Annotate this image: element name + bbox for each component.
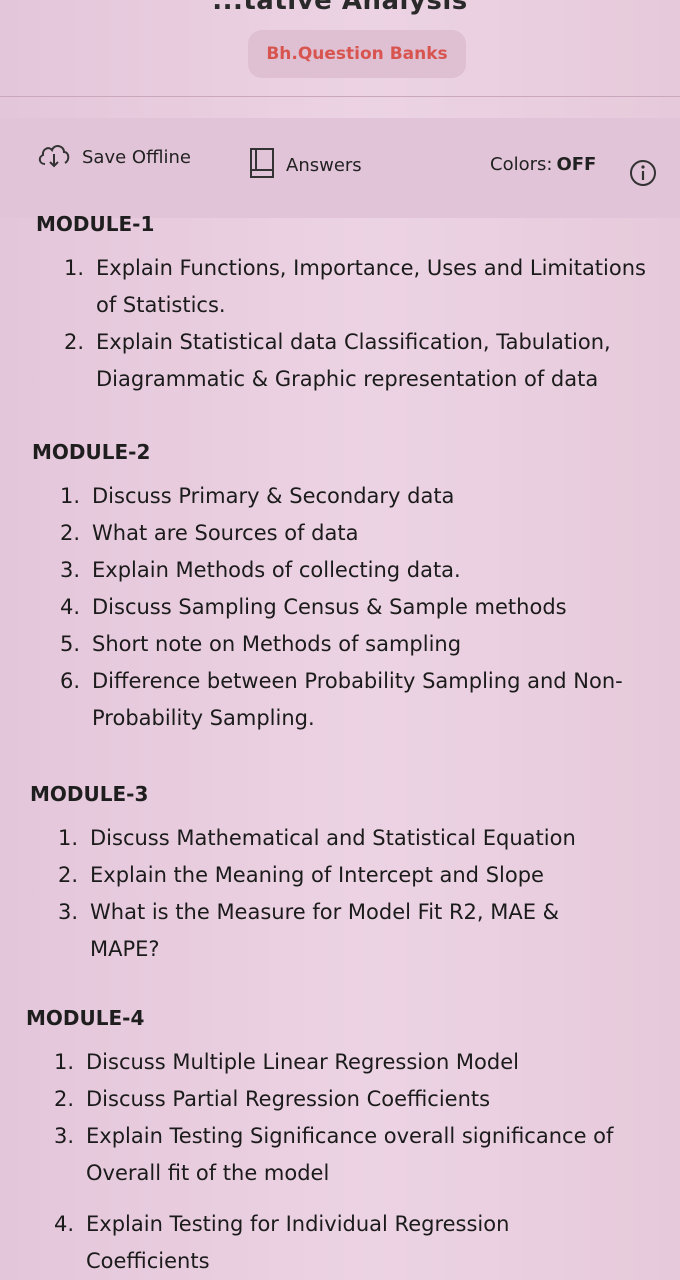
- header-divider: [0, 96, 680, 97]
- question-item: 4. Explain Testing for Individual Regres…: [54, 1206, 634, 1280]
- module-2-section: MODULE-2 1. Discuss Primary & Secondary …: [0, 440, 680, 737]
- question-bank-label: Bh.Question Banks: [266, 44, 448, 64]
- question-text: Explain Methods of collecting data.: [92, 558, 461, 582]
- module-4-section: MODULE-4 1. Discuss Multiple Linear Regr…: [0, 1006, 680, 1280]
- question-text: Discuss Mathematical and Statistical Equ…: [90, 826, 576, 850]
- question-number: 4.: [60, 595, 81, 619]
- toolbar: Save Offline Answers Colors: OFF: [0, 118, 680, 218]
- question-text: What are Sources of data: [92, 521, 359, 545]
- question-item: 6. Difference between Probability Sampli…: [60, 663, 660, 737]
- question-list: 1. Discuss Mathematical and Statistical …: [58, 820, 618, 968]
- module-title: MODULE-3: [30, 782, 149, 806]
- question-number: 1.: [60, 484, 81, 508]
- info-button[interactable]: [628, 158, 658, 193]
- question-item: 4. Discuss Sampling Census & Sample meth…: [60, 589, 660, 626]
- question-list: 1. Discuss Primary & Secondary data 2. W…: [60, 478, 660, 737]
- question-item: 2. Explain the Meaning of Intercept and …: [58, 857, 618, 894]
- question-text: Short note on Methods of sampling: [92, 632, 462, 656]
- question-number: 3.: [58, 900, 79, 924]
- question-number: 3.: [54, 1124, 75, 1148]
- answers-label: Answers: [286, 155, 362, 176]
- question-number: 2.: [60, 521, 81, 545]
- question-item: 2. Explain Statistical data Classificati…: [64, 324, 664, 398]
- question-number: 2.: [64, 330, 85, 354]
- question-item: 1. Discuss Primary & Secondary data: [60, 478, 660, 515]
- module-1-section: MODULE-1 1. Explain Functions, Importanc…: [0, 212, 680, 398]
- book-icon: [248, 146, 276, 185]
- question-text: Explain Statistical data Classification,…: [96, 330, 611, 391]
- question-text: Explain Functions, Importance, Uses and …: [96, 256, 646, 317]
- question-number: 5.: [60, 632, 81, 656]
- question-number: 1.: [64, 256, 85, 280]
- question-item: 2. Discuss Partial Regression Coefficien…: [54, 1081, 634, 1118]
- module-3-section: MODULE-3 1. Discuss Mathematical and Sta…: [0, 782, 680, 968]
- question-text: Explain Testing Significance overall sig…: [86, 1124, 614, 1185]
- question-text: Discuss Primary & Secondary data: [92, 484, 455, 508]
- cloud-download-icon: [36, 140, 72, 175]
- question-number: 1.: [54, 1050, 75, 1074]
- question-item: 3. What is the Measure for Model Fit R2,…: [58, 894, 618, 968]
- question-text: Explain Testing for Individual Regressio…: [86, 1212, 510, 1273]
- question-number: 1.: [58, 826, 79, 850]
- question-bank-page: ...tative Analysis Bh.Question Banks Sav…: [0, 0, 680, 1280]
- question-item: 1. Discuss Multiple Linear Regression Mo…: [54, 1044, 634, 1081]
- colors-label: Colors:: [490, 154, 553, 175]
- module-title: MODULE-1: [36, 212, 155, 236]
- question-item: 3. Explain Testing Significance overall …: [54, 1118, 634, 1192]
- save-offline-label: Save Offline: [82, 147, 191, 168]
- question-text: Discuss Multiple Linear Regression Model: [86, 1050, 519, 1074]
- question-item: 1. Discuss Mathematical and Statistical …: [58, 820, 618, 857]
- question-number: 3.: [60, 558, 81, 582]
- question-list: 1. Discuss Multiple Linear Regression Mo…: [54, 1044, 634, 1280]
- answers-button[interactable]: Answers: [248, 146, 362, 185]
- question-number: 2.: [54, 1087, 75, 1111]
- question-text: Discuss Partial Regression Coefficients: [86, 1087, 491, 1111]
- question-text: Explain the Meaning of Intercept and Slo…: [90, 863, 544, 887]
- page-title-partial: ...tative Analysis: [212, 0, 468, 16]
- question-number: 2.: [58, 863, 79, 887]
- question-number: 4.: [54, 1212, 75, 1236]
- module-title: MODULE-2: [32, 440, 151, 464]
- question-item: 1. Explain Functions, Importance, Uses a…: [64, 250, 664, 324]
- question-text: Difference between Probability Sampling …: [92, 669, 623, 730]
- question-item: 5. Short note on Methods of sampling: [60, 626, 660, 663]
- question-text: Discuss Sampling Census & Sample methods: [92, 595, 567, 619]
- colors-toggle[interactable]: Colors: OFF: [490, 154, 596, 175]
- question-text: What is the Measure for Model Fit R2, MA…: [90, 900, 560, 961]
- question-item: 2. What are Sources of data: [60, 515, 660, 552]
- question-number: 6.: [60, 669, 81, 693]
- module-title: MODULE-4: [26, 1006, 145, 1030]
- question-list: 1. Explain Functions, Importance, Uses a…: [64, 250, 664, 398]
- question-bank-chip[interactable]: Bh.Question Banks: [248, 30, 466, 78]
- colors-value: OFF: [556, 154, 597, 175]
- info-icon: [628, 158, 658, 193]
- save-offline-button[interactable]: Save Offline: [36, 140, 191, 175]
- question-item: 3. Explain Methods of collecting data.: [60, 552, 660, 589]
